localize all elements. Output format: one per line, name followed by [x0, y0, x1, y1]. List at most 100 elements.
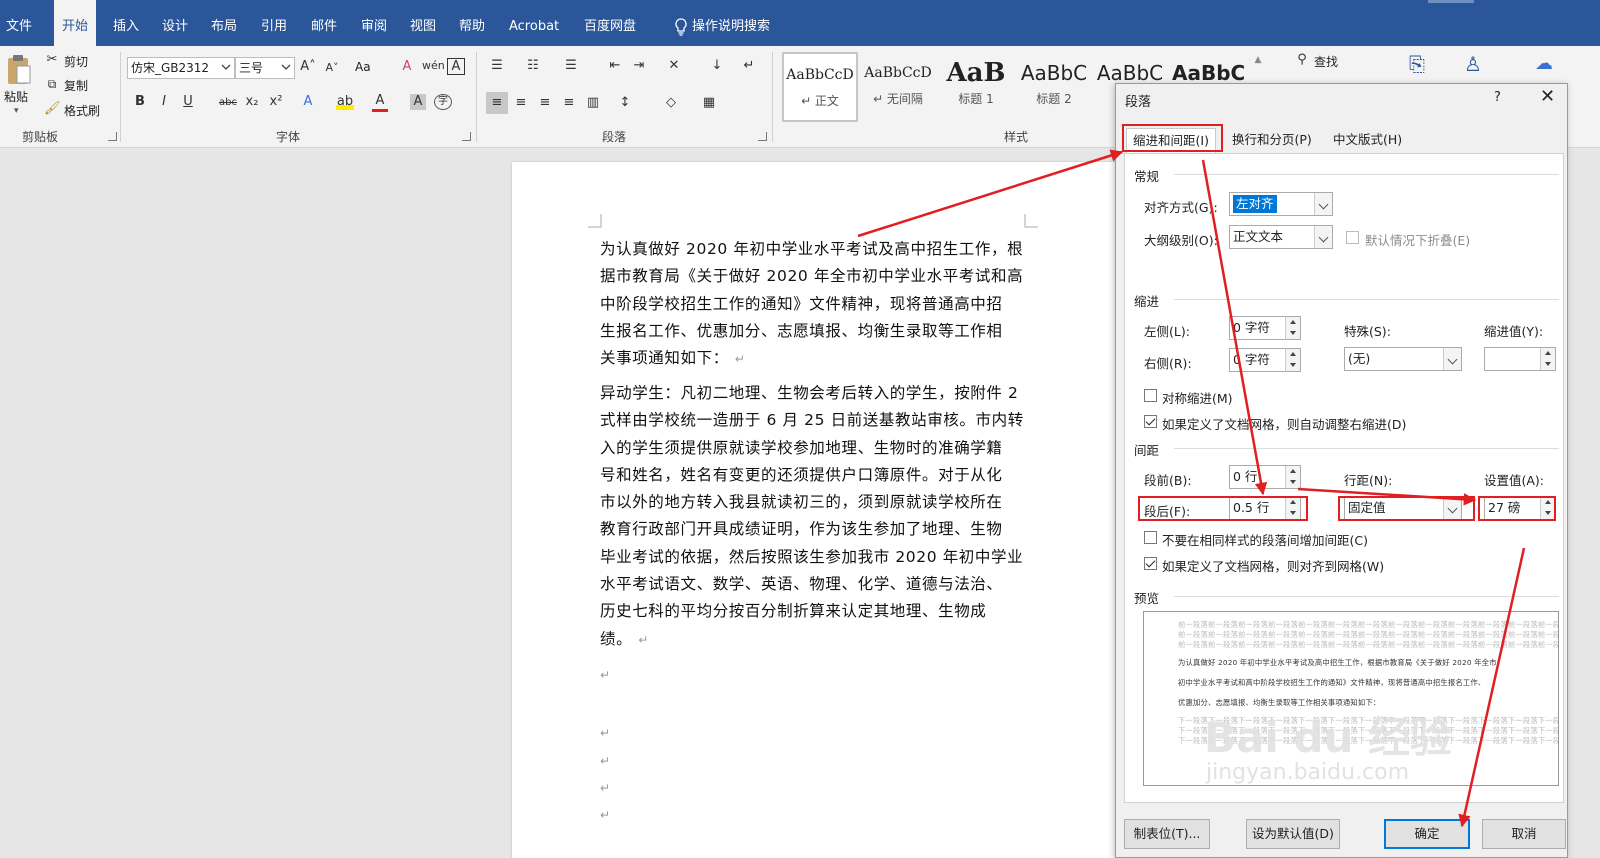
style-heading-2[interactable]: AaBbC 标题 2: [1016, 52, 1092, 122]
tab-file[interactable]: 文件: [6, 0, 32, 46]
font-name-combo[interactable]: 仿宋_GB2312: [127, 57, 235, 79]
character-shading-icon[interactable]: A: [410, 94, 426, 110]
clipboard-launcher-icon[interactable]: [108, 132, 117, 141]
tab-mailings[interactable]: 邮件: [311, 0, 337, 46]
grow-font-icon[interactable]: A˄: [300, 59, 316, 75]
line-spacing-icon[interactable]: ↕: [616, 95, 634, 111]
clear-format-icon[interactable]: A: [398, 59, 416, 75]
font-launcher-icon[interactable]: [462, 132, 471, 141]
tab-asian-typography[interactable]: 中文版式(H): [1327, 128, 1408, 154]
collapse-by-default-checkbox[interactable]: [1346, 231, 1359, 244]
style-heading-1[interactable]: AaB 标题 1: [938, 52, 1014, 122]
align-center-icon[interactable]: ≡: [512, 95, 530, 111]
italic-button[interactable]: I: [157, 94, 171, 110]
paste-dropdown-icon[interactable]: ▾: [14, 106, 19, 116]
align-left-icon[interactable]: ≡: [486, 92, 508, 114]
set-as-default-button[interactable]: 设为默认值(D): [1246, 819, 1340, 849]
tell-me-search[interactable]: 操作说明搜索: [692, 0, 770, 46]
spinner-arrows-icon[interactable]: [1285, 317, 1300, 339]
enclose-characters-icon[interactable]: 字: [434, 94, 452, 110]
style-no-spacing[interactable]: AaBbCcD ↵ 无间隔: [860, 52, 936, 122]
mirror-indents-checkbox[interactable]: [1144, 389, 1157, 402]
left-indent-spinner[interactable]: 0 字符: [1229, 316, 1301, 340]
tab-layout[interactable]: 布局: [211, 0, 237, 46]
shading-icon[interactable]: ◇: [662, 95, 680, 111]
decrease-indent-icon[interactable]: ⇤: [606, 58, 624, 74]
superscript-button[interactable]: x²: [268, 94, 284, 110]
copy-button[interactable]: 复制: [64, 77, 88, 94]
character-border-icon[interactable]: A: [447, 58, 465, 75]
tab-insert[interactable]: 插入: [113, 0, 139, 46]
ok-button[interactable]: 确定: [1384, 819, 1470, 849]
tab-baidu-netdisk[interactable]: 百度网盘: [584, 0, 636, 46]
spinner-arrows-icon[interactable]: [1285, 466, 1300, 488]
styles-scroll-up-icon[interactable]: ▲: [1250, 52, 1266, 68]
phonetic-guide-icon[interactable]: wén: [422, 58, 445, 74]
tab-references[interactable]: 引用: [261, 0, 287, 46]
document-paragraph-2[interactable]: 异动学生：凡初二地理、生物会考后转入的学生，按附件 2 式样由学校统一造册于 6…: [600, 380, 1024, 654]
sort-icon[interactable]: ↓: [708, 58, 726, 74]
increase-indent-icon[interactable]: ⇥: [630, 58, 648, 74]
bullets-icon[interactable]: ☰: [488, 58, 506, 74]
justify-icon[interactable]: ≡: [560, 95, 578, 111]
document-page[interactable]: 为认真做好 2020 年初中学业水平考试及高中招生工作，根 据市教育局《关于做好…: [512, 162, 1132, 858]
cloud-icon[interactable]: ☁: [1532, 55, 1556, 73]
align-right-icon[interactable]: ≡: [536, 95, 554, 111]
spinner-arrows-icon[interactable]: [1540, 348, 1555, 370]
chinese-layout-icon[interactable]: ✕: [665, 58, 683, 74]
paragraph-mark: ↵: [638, 632, 649, 647]
tab-view[interactable]: 视图: [410, 0, 436, 46]
highlight-icon[interactable]: ab: [336, 94, 354, 110]
numbering-icon[interactable]: ☷: [524, 58, 542, 74]
style-normal[interactable]: AaBbCcD ↵ 正文: [782, 52, 858, 122]
multilevel-list-icon[interactable]: ☰: [562, 58, 580, 74]
special-indent-select[interactable]: (无): [1344, 347, 1462, 371]
share-icon[interactable]: ⎘: [1406, 54, 1428, 74]
change-case-button[interactable]: Aa: [355, 60, 371, 74]
font-color-icon[interactable]: A: [372, 93, 388, 112]
tab-home[interactable]: 开始: [54, 0, 97, 46]
user-icon[interactable]: ♙: [1462, 54, 1484, 74]
find-button[interactable]: 查找: [1314, 53, 1338, 70]
subscript-button[interactable]: x₂: [244, 94, 260, 110]
bold-button[interactable]: B: [133, 94, 147, 110]
format-painter-button[interactable]: 格式刷: [64, 102, 100, 119]
tab-design[interactable]: 设计: [162, 0, 188, 46]
tab-review[interactable]: 审阅: [361, 0, 387, 46]
document-paragraph-1[interactable]: 为认真做好 2020 年初中学业水平考试及高中招生工作，根 据市教育局《关于做好…: [600, 236, 1023, 373]
no-space-same-style-checkbox[interactable]: [1144, 531, 1157, 544]
style-sample: AaB: [946, 58, 1006, 88]
tab-line-and-page-breaks[interactable]: 换行和分页(P): [1226, 128, 1318, 154]
tabs-button[interactable]: 制表位(T)...: [1124, 819, 1210, 849]
format-painter-icon: 🖌: [44, 101, 61, 116]
window-control[interactable]: [1428, 0, 1474, 3]
font-size-combo[interactable]: 三号: [235, 57, 295, 79]
distributed-icon[interactable]: ▥: [584, 95, 602, 111]
empty-paragraph-mark: ↵: [600, 781, 611, 795]
cut-button[interactable]: 剪切: [64, 53, 88, 70]
cancel-button[interactable]: 取消: [1482, 819, 1566, 849]
borders-icon[interactable]: ▦: [700, 95, 718, 111]
outline-level-select[interactable]: 正文文本: [1229, 225, 1333, 249]
shrink-font-icon[interactable]: A˅: [324, 60, 340, 76]
right-indent-spinner[interactable]: 0 字符: [1229, 348, 1301, 372]
underline-button[interactable]: U: [181, 94, 195, 110]
tab-help[interactable]: 帮助: [459, 0, 485, 46]
snap-to-grid-checkbox[interactable]: [1144, 557, 1157, 570]
help-button[interactable]: ?: [1494, 90, 1501, 105]
style-sample: AaBbCcD: [786, 67, 854, 83]
paragraph-launcher-icon[interactable]: [758, 132, 767, 141]
strikethrough-button[interactable]: abc: [217, 95, 239, 111]
paste-button[interactable]: 粘贴: [4, 88, 28, 105]
spinner-arrows-icon[interactable]: [1285, 349, 1300, 371]
text-effects-icon[interactable]: A: [300, 94, 316, 110]
paste-icon[interactable]: [6, 54, 32, 86]
auto-adjust-indent-checkbox[interactable]: [1144, 415, 1157, 428]
show-marks-icon[interactable]: ↵: [740, 58, 758, 74]
close-icon[interactable]: ✕: [1540, 87, 1555, 107]
tab-acrobat[interactable]: Acrobat: [509, 0, 559, 46]
space-before-spinner[interactable]: 0 行: [1229, 465, 1301, 489]
alignment-select[interactable]: 左对齐: [1229, 192, 1333, 216]
lightbulb-icon: [675, 18, 687, 36]
indent-by-spinner[interactable]: [1484, 347, 1556, 371]
